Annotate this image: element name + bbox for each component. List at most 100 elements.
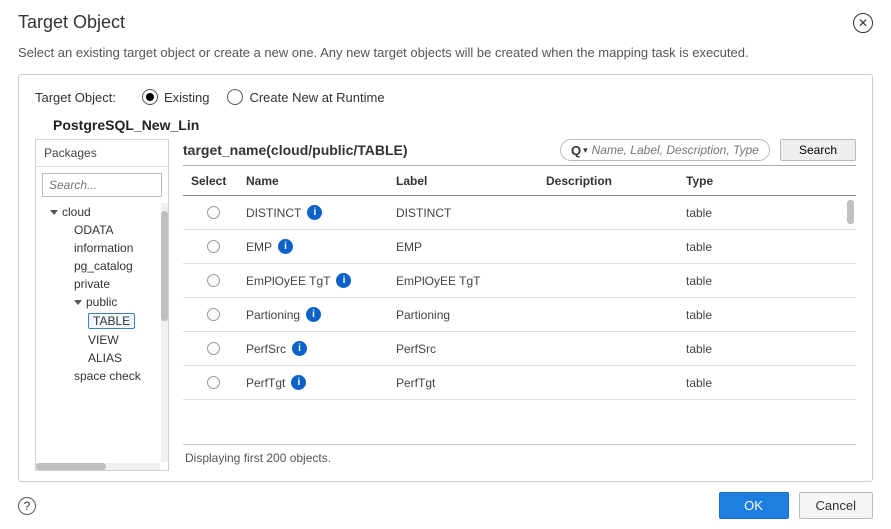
table-row[interactable]: DISTINCT i DISTINCT table — [183, 196, 856, 230]
row-name: PerfSrc — [246, 342, 286, 356]
dialog-description: Select an existing target object or crea… — [0, 41, 891, 74]
radio-create-new-label: Create New at Runtime — [249, 90, 384, 105]
search-icon: Q — [571, 143, 581, 158]
info-icon[interactable]: i — [292, 341, 307, 356]
tree-item-label: private — [74, 277, 110, 291]
row-name: EMP — [246, 240, 272, 254]
tree-item[interactable]: ODATA — [36, 221, 160, 239]
objects-panel: target_name(cloud/public/TABLE) Q▾ Searc… — [183, 139, 856, 471]
table-row[interactable]: PerfSrc i PerfSrc table — [183, 332, 856, 366]
caret-down-icon — [74, 300, 82, 305]
search-button[interactable]: Search — [780, 139, 856, 161]
info-icon[interactable]: i — [306, 307, 321, 322]
packages-panel: Packages cloud ODATA information pg_catalog… — [35, 139, 169, 471]
radio-icon — [142, 89, 158, 105]
info-icon[interactable]: i — [307, 205, 322, 220]
col-name: Name — [238, 174, 388, 188]
info-icon[interactable]: i — [291, 375, 306, 390]
row-label: PerfTgt — [388, 376, 538, 390]
row-type: table — [678, 206, 788, 220]
tree-item-label: public — [86, 295, 117, 309]
row-name: DISTINCT — [246, 206, 301, 220]
tree-item[interactable]: ALIAS — [36, 349, 160, 367]
info-icon[interactable]: i — [336, 273, 351, 288]
packages-heading: Packages — [36, 140, 168, 167]
objects-path: target_name(cloud/public/TABLE) — [183, 142, 550, 158]
objects-search-box[interactable]: Q▾ — [560, 139, 770, 161]
row-label: EMP — [388, 240, 538, 254]
table-row[interactable]: EmPlOyEE TgT i EmPlOyEE TgT table — [183, 264, 856, 298]
help-button[interactable]: ? — [18, 497, 36, 515]
tree-item-label: space check — [74, 369, 141, 383]
cancel-button[interactable]: Cancel — [799, 492, 873, 519]
help-icon: ? — [24, 499, 31, 513]
tree-item-label: VIEW — [88, 333, 119, 347]
row-label: Partioning — [388, 308, 538, 322]
main-panel: Target Object: Existing Create New at Ru… — [18, 74, 873, 482]
tree-item-label: information — [74, 241, 133, 255]
row-type: table — [678, 376, 788, 390]
tree-item[interactable]: space check — [36, 367, 160, 385]
table-body: DISTINCTiDISTINCTtableEMPiEMPtableEmPlOy… — [183, 196, 856, 444]
tree-horizontal-scrollbar[interactable] — [36, 463, 160, 470]
row-type: table — [678, 308, 788, 322]
col-type: Type — [678, 174, 788, 188]
row-radio[interactable] — [207, 206, 220, 219]
row-radio[interactable] — [207, 376, 220, 389]
radio-icon — [227, 89, 243, 105]
row-radio[interactable] — [207, 342, 220, 355]
radio-existing[interactable]: Existing — [142, 89, 210, 105]
objects-table: Select Name Label Description Type DISTI… — [183, 165, 856, 471]
tree-item-label: ODATA — [74, 223, 114, 237]
col-label: Label — [388, 174, 538, 188]
ok-button[interactable]: OK — [719, 492, 789, 519]
objects-header: target_name(cloud/public/TABLE) Q▾ Searc… — [183, 139, 856, 161]
packages-search-input[interactable] — [42, 173, 162, 197]
objects-search-input[interactable] — [592, 143, 759, 157]
table-row[interactable]: PerfTgt i PerfTgt table — [183, 366, 856, 400]
row-type: table — [678, 274, 788, 288]
connection-name: PostgreSQL_New_Lin — [53, 117, 856, 133]
row-label: PerfSrc — [388, 342, 538, 356]
col-description: Description — [538, 174, 678, 188]
body-row: Packages cloud ODATA information pg_catalog… — [35, 139, 856, 471]
row-name: EmPlOyEE TgT — [246, 274, 330, 288]
tree-item-label: TABLE — [88, 313, 135, 329]
table-vertical-scrollbar[interactable] — [847, 200, 854, 224]
table-footer: Displaying first 200 objects. — [183, 444, 856, 471]
close-button[interactable]: ✕ — [853, 13, 873, 33]
table-header: Select Name Label Description Type — [183, 166, 856, 196]
row-type: table — [678, 342, 788, 356]
row-radio[interactable] — [207, 240, 220, 253]
row-label: EmPlOyEE TgT — [388, 274, 538, 288]
dialog-footer: ? OK Cancel — [0, 482, 891, 529]
row-name: Partioning — [246, 308, 300, 322]
caret-down-icon — [50, 210, 58, 215]
radio-existing-label: Existing — [164, 90, 210, 105]
tree-item[interactable]: public — [36, 293, 160, 311]
chevron-down-icon: ▾ — [583, 145, 588, 156]
tree-vertical-scrollbar[interactable] — [161, 203, 168, 462]
tree-item[interactable]: cloud — [36, 203, 160, 221]
packages-tree: cloud ODATA information pg_catalogprivate pu… — [36, 203, 168, 470]
table-row[interactable]: EMPiEMPtable — [183, 230, 856, 264]
tree-item[interactable]: VIEW — [36, 331, 160, 349]
target-object-dialog: Target Object ✕ Select an existing targe… — [0, 0, 891, 529]
table-row[interactable]: Partioning i Partioning table — [183, 298, 856, 332]
tree-item[interactable]: information — [36, 239, 160, 257]
options-label: Target Object: — [35, 90, 116, 105]
tree-item[interactable]: private — [36, 275, 160, 293]
row-radio[interactable] — [207, 274, 220, 287]
packages-search-wrap — [42, 173, 162, 197]
radio-create-new[interactable]: Create New at Runtime — [227, 89, 384, 105]
row-label: DISTINCT — [388, 206, 538, 220]
tree-item[interactable]: TABLE — [36, 311, 160, 331]
tree-item[interactable]: pg_catalog — [36, 257, 160, 275]
tree-item-label: cloud — [62, 205, 91, 219]
close-icon: ✕ — [858, 16, 868, 30]
info-icon[interactable]: i — [278, 239, 293, 254]
tree-item-label: ALIAS — [88, 351, 122, 365]
row-radio[interactable] — [207, 308, 220, 321]
dialog-title: Target Object — [18, 12, 125, 33]
row-name: PerfTgt — [246, 376, 285, 390]
